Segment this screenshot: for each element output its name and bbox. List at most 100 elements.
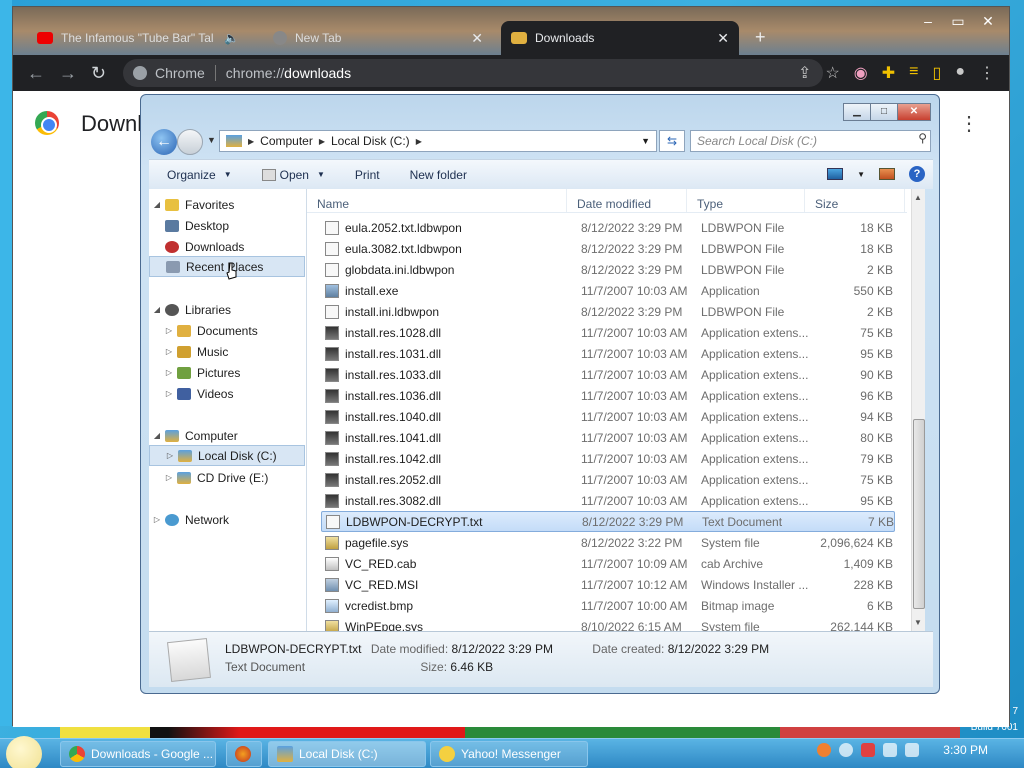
file-row[interactable]: install.res.1031.dll 11/7/2007 10:03 AM Ap… — [321, 343, 895, 364]
forward-button[interactable] — [177, 129, 203, 155]
file-row[interactable]: install.res.1040.dll 11/7/2007 10:03 AM Ap… — [321, 406, 895, 427]
forward-arrow-icon[interactable]: → — [59, 63, 77, 84]
new-folder-button[interactable]: New folder — [410, 168, 467, 182]
task-chrome[interactable]: Downloads - Google ... — [60, 741, 216, 767]
column-header-date[interactable]: Date modified — [567, 189, 687, 212]
vertical-scrollbar[interactable]: ▲ ▼ — [911, 189, 925, 631]
address-bar[interactable]: Chrome chrome://downloads — [123, 59, 823, 87]
organize-button[interactable]: Organize ▼ — [167, 168, 232, 182]
nav-computer[interactable]: ◢ Computer — [151, 425, 238, 446]
change-view-icon[interactable] — [827, 168, 844, 180]
nav-libraries[interactable]: ◢ Libraries — [151, 299, 231, 320]
file-row[interactable]: pagefile.sys 8/12/2022 3:22 PM System file… — [321, 532, 895, 553]
refresh-button[interactable]: ⇆ — [659, 130, 685, 152]
file-row[interactable]: install.res.2052.dll 11/7/2007 10:03 AM Ap… — [321, 469, 895, 490]
column-header-size[interactable]: Size — [805, 189, 905, 212]
nav-local-disk[interactable]: ▷ Local Disk (C:) — [149, 445, 305, 466]
nav-music[interactable]: ▷ Music — [163, 341, 228, 362]
breadcrumb-arrow[interactable]: ▶ — [416, 137, 422, 146]
expand-icon[interactable]: ▷ — [164, 451, 176, 460]
task-yahoo[interactable]: Yahoo! Messenger — [430, 741, 588, 767]
column-header-type[interactable]: Type — [687, 189, 805, 212]
search-tray-icon[interactable] — [817, 743, 832, 757]
close-icon[interactable]: ✕ — [717, 30, 729, 47]
breadcrumb-arrow[interactable]: ▶ — [248, 137, 254, 146]
address-dropdown-icon[interactable]: ▼ — [641, 136, 650, 146]
close-window-icon[interactable]: ✕ — [973, 11, 1003, 31]
help-icon[interactable]: ? — [909, 166, 925, 182]
start-button[interactable] — [6, 736, 42, 768]
close-icon[interactable]: ✕ — [471, 30, 483, 47]
profile-icon[interactable]: ● — [955, 63, 965, 83]
maximize-icon[interactable]: ▭ — [943, 11, 973, 31]
nav-network[interactable]: ▷ Network — [151, 509, 229, 530]
expand-icon[interactable]: ▷ — [163, 347, 175, 356]
share-icon[interactable]: ⇪ — [798, 63, 811, 83]
task-firefox[interactable] — [226, 741, 262, 767]
expand-icon[interactable]: ▷ — [163, 368, 175, 377]
menu-icon[interactable]: ⋮ — [979, 63, 995, 83]
star-icon[interactable]: ☆ — [825, 63, 839, 83]
file-row[interactable]: install.res.1042.dll 11/7/2007 10:03 AM Ap… — [321, 448, 895, 469]
file-row[interactable]: install.res.3082.dll 11/7/2007 10:03 AM Ap… — [321, 490, 895, 511]
breadcrumb-local-disk[interactable]: Local Disk (C:) — [331, 134, 410, 148]
nav-cd-drive[interactable]: ▷ CD Drive (E:) — [163, 467, 268, 488]
address-bar[interactable]: ▶ Computer ▶ Local Disk (C:) ▶ ▼ — [219, 130, 657, 152]
tab-downloads[interactable]: Downloads ✕ — [501, 21, 739, 55]
maximize-icon[interactable]: □ — [870, 103, 898, 121]
recent-pages-dropdown[interactable]: ▼ — [207, 135, 216, 145]
search-icon[interactable]: ⚲ — [918, 131, 927, 145]
file-row[interactable]: install.exe 11/7/2007 10:03 AM Application… — [321, 280, 895, 301]
file-row[interactable]: globdata.ini.ldbwpon 8/12/2022 3:29 PM LDB… — [321, 259, 895, 280]
collapse-icon[interactable]: ◢ — [151, 200, 163, 209]
file-row[interactable]: vcredist.bmp 11/7/2007 10:00 AM Bitmap ima… — [321, 595, 895, 616]
nav-videos[interactable]: ▷ Videos — [163, 383, 234, 404]
breadcrumb-computer[interactable]: Computer — [260, 134, 313, 148]
search-input[interactable] — [690, 130, 931, 152]
file-row[interactable]: install.res.1036.dll 11/7/2007 10:03 AM Ap… — [321, 385, 895, 406]
expand-icon[interactable]: ▷ — [151, 515, 163, 524]
minimize-icon[interactable]: ▁ — [843, 103, 871, 121]
column-header-name[interactable]: Name — [307, 189, 567, 212]
nav-favorites[interactable]: ◢ Favorites — [151, 194, 234, 215]
breadcrumb-arrow[interactable]: ▶ — [319, 137, 325, 146]
extensions-icon[interactable]: ✚ — [882, 63, 895, 83]
scroll-thumb[interactable] — [913, 419, 925, 609]
expand-icon[interactable]: ▷ — [163, 473, 175, 482]
action-center-icon[interactable] — [861, 743, 876, 757]
chevron-down-icon[interactable]: ▼ — [857, 170, 865, 179]
nav-pictures[interactable]: ▷ Pictures — [163, 362, 240, 383]
flag-icon[interactable]: ◉ — [854, 63, 868, 83]
collapse-icon[interactable]: ◢ — [151, 305, 163, 314]
back-arrow-icon[interactable]: ← — [27, 63, 45, 84]
task-explorer[interactable]: Local Disk (C:) — [268, 741, 426, 767]
new-tab-button[interactable]: + — [755, 27, 766, 48]
volume-icon[interactable] — [905, 743, 920, 757]
sidebar-icon[interactable]: ▯ — [933, 63, 942, 83]
tab-youtube[interactable]: The Infamous "Tube Bar" Tal 🔈 — [27, 21, 247, 55]
open-button[interactable]: Open ▼ — [261, 168, 325, 182]
more-options-icon[interactable]: ⋮ — [959, 111, 979, 136]
file-row-selected[interactable]: LDBWPON-DECRYPT.txt 8/12/2022 3:29 PM Text… — [321, 511, 895, 532]
file-row[interactable]: VC_RED.MSI 11/7/2007 10:12 AM Windows Inst… — [321, 574, 895, 595]
clock[interactable]: 3:30 PM — [943, 743, 988, 757]
file-row[interactable]: install.res.1033.dll 11/7/2007 10:03 AM Ap… — [321, 364, 895, 385]
file-row[interactable]: eula.2052.txt.ldbwpon 8/12/2022 3:29 PM LD… — [321, 217, 895, 238]
minimize-icon[interactable]: – — [913, 11, 943, 31]
file-row[interactable]: install.res.1028.dll 11/7/2007 10:03 AM Ap… — [321, 322, 895, 343]
preview-pane-icon[interactable] — [879, 168, 895, 180]
tray-app-icon[interactable] — [839, 743, 854, 757]
file-row[interactable]: eula.3082.txt.ldbwpon 8/12/2022 3:29 PM LD… — [321, 238, 895, 259]
media-icon[interactable]: ≡ — [909, 63, 918, 83]
back-button[interactable]: ← — [151, 129, 177, 155]
nav-downloads[interactable]: Downloads — [163, 236, 244, 257]
expand-icon[interactable]: ▷ — [163, 326, 175, 335]
scroll-down-icon[interactable]: ▼ — [914, 618, 922, 627]
close-icon[interactable]: ✕ — [897, 103, 931, 121]
reload-icon[interactable]: ↻ — [91, 63, 106, 84]
file-row[interactable]: VC_RED.cab 11/7/2007 10:09 AM cab Archive 1… — [321, 553, 895, 574]
collapse-icon[interactable]: ◢ — [151, 431, 163, 440]
nav-documents[interactable]: ▷ Documents — [163, 320, 258, 341]
file-row[interactable]: install.ini.ldbwpon 8/12/2022 3:29 PM LDBW… — [321, 301, 895, 322]
file-row[interactable]: install.res.1041.dll 11/7/2007 10:03 AM Ap… — [321, 427, 895, 448]
